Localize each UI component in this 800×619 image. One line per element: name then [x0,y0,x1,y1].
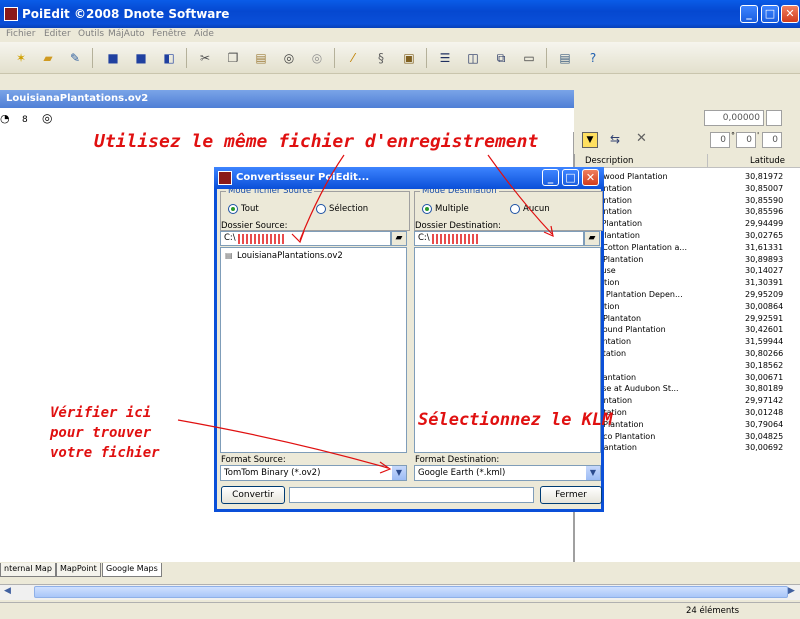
annotation-left-1: Vérifier ici [50,405,152,421]
annotation-left-2: pour trouver [50,425,152,441]
arrow-to-source-format [177,419,389,469]
annotation-right: Sélectionnez le KLM [418,410,613,430]
annotation-overlay [177,154,554,474]
annotation-top: Utilisez le même fichier d'enregistremen… [94,131,539,152]
arrow-to-source-folder [299,154,345,241]
arrow-to-dest-folder [487,154,553,235]
annotation-left-3: votre fichier [50,445,160,461]
